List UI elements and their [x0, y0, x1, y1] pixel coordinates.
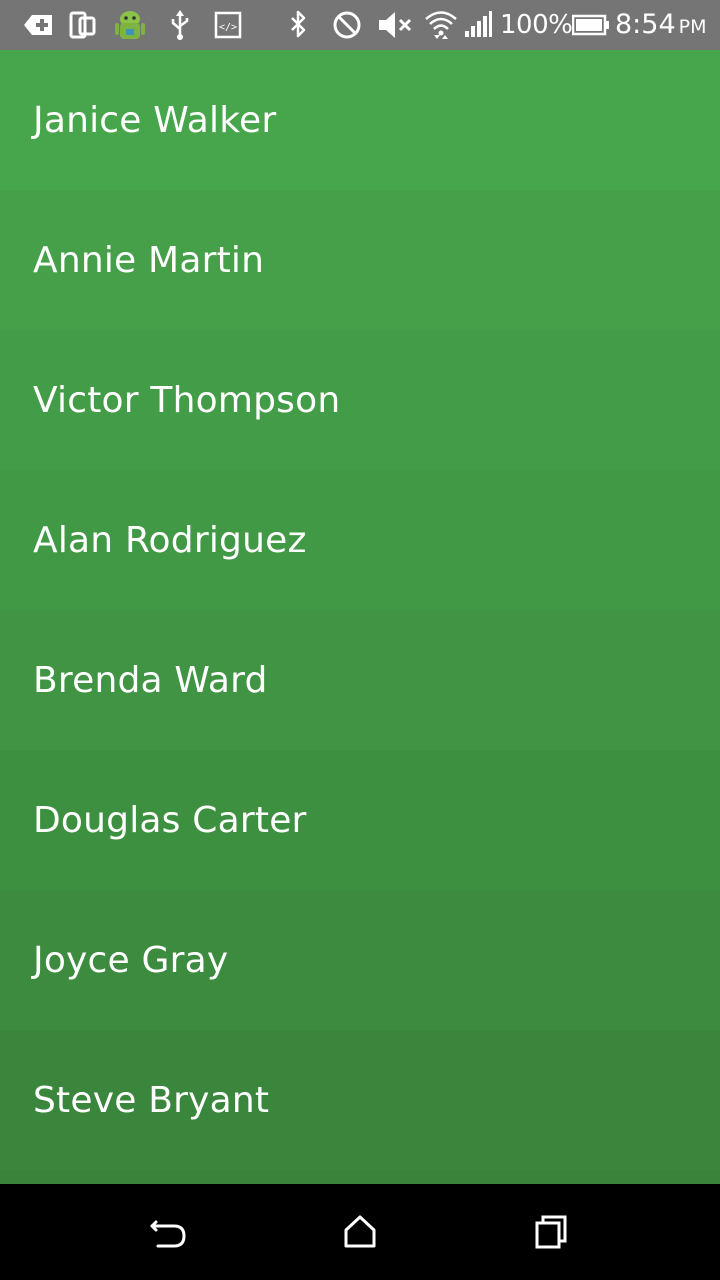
navigation-bar: [0, 1184, 720, 1280]
list-item-label: Brenda Ward: [33, 659, 268, 701]
cell-signal-icon: [465, 11, 492, 37]
list-item-partial[interactable]: [0, 1170, 720, 1184]
battery-percent: 100%: [500, 10, 573, 40]
clock-time: 8:54: [615, 9, 676, 40]
svg-text:</>: </>: [219, 22, 237, 33]
wifi-icon: [425, 11, 457, 39]
list-item-label: Victor Thompson: [33, 379, 341, 421]
clock-ampm: PM: [678, 16, 707, 38]
status-bar: </> 100% 8:54 PM: [0, 0, 720, 50]
device-rotate-icon: [69, 11, 96, 39]
list-item-label: Janice Walker: [33, 99, 277, 141]
list-item[interactable]: Steve Bryant: [0, 1030, 720, 1170]
mute-icon: [379, 12, 412, 38]
contact-list[interactable]: Janice Walker Annie Martin Victor Thomps…: [0, 50, 720, 1184]
list-item-label: Alan Rodriguez: [33, 519, 307, 561]
do-not-disturb-icon: [333, 11, 361, 39]
screen: </> 100% 8:54 PM Janice Walker Annie Mar…: [0, 0, 720, 1280]
bluetooth-icon: [291, 10, 306, 38]
list-item[interactable]: Brenda Ward: [0, 610, 720, 750]
home-icon[interactable]: [336, 1208, 384, 1256]
list-item-label: Annie Martin: [33, 239, 265, 281]
list-item-label: Joyce Gray: [33, 939, 229, 981]
battery-saver-plus-icon: [24, 15, 52, 35]
list-item-label: Steve Bryant: [33, 1079, 270, 1121]
usb-icon: [171, 10, 189, 40]
list-item[interactable]: Victor Thompson: [0, 330, 720, 470]
developer-code-icon: </>: [214, 11, 242, 39]
list-item[interactable]: Douglas Carter: [0, 750, 720, 890]
recents-icon[interactable]: [528, 1208, 576, 1256]
back-icon[interactable]: [144, 1208, 192, 1256]
android-debug-icon: [115, 11, 145, 39]
list-item[interactable]: Alan Rodriguez: [0, 470, 720, 610]
battery-icon: [572, 14, 609, 36]
clock: 8:54 PM: [615, 7, 707, 43]
list-item[interactable]: Annie Martin: [0, 190, 720, 330]
list-item[interactable]: Janice Walker: [0, 50, 720, 190]
list-item[interactable]: Joyce Gray: [0, 890, 720, 1030]
list-item-label: Douglas Carter: [33, 799, 307, 841]
